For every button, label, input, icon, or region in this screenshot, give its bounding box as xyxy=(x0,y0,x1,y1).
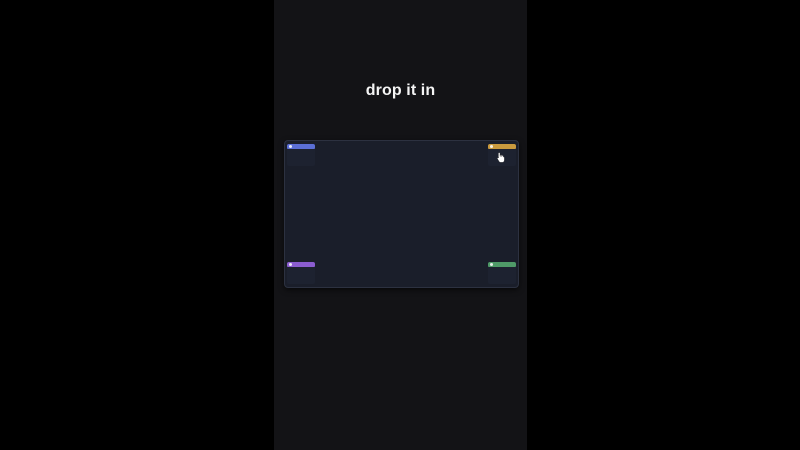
zone-dot-icon xyxy=(490,145,493,148)
drop-zone-top-left[interactable] xyxy=(287,144,315,166)
drop-zone-bottom-right[interactable] xyxy=(488,262,516,284)
drop-zone-bottom-left[interactable] xyxy=(287,262,315,284)
caption-text: drop it in xyxy=(365,82,436,99)
zone-tag-bottom-right xyxy=(488,262,516,267)
zone-dot-icon xyxy=(289,145,292,148)
video-frame: drop it in xyxy=(0,0,800,450)
zone-tag-top-right xyxy=(488,144,516,149)
zone-tag-bottom-left xyxy=(287,262,315,267)
phone-screen: drop it in xyxy=(274,0,527,450)
drop-board[interactable] xyxy=(284,140,519,288)
hand-pointer-icon xyxy=(497,152,505,163)
zone-tag-top-left xyxy=(287,144,315,149)
zone-dot-icon xyxy=(289,263,292,266)
zone-dot-icon xyxy=(490,263,493,266)
